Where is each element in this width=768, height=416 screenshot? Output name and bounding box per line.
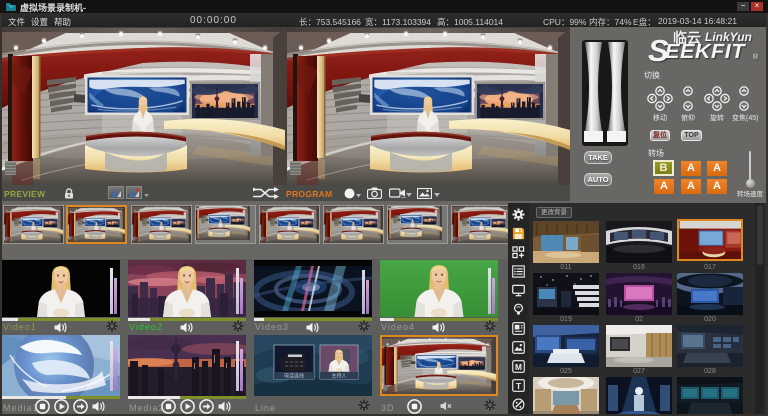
svg-text:电话连线: 电话连线 — [284, 373, 304, 380]
svg-text:T: T — [516, 381, 521, 391]
svg-text:主持人: 主持人 — [331, 373, 346, 380]
svg-text:M: M — [515, 362, 522, 372]
